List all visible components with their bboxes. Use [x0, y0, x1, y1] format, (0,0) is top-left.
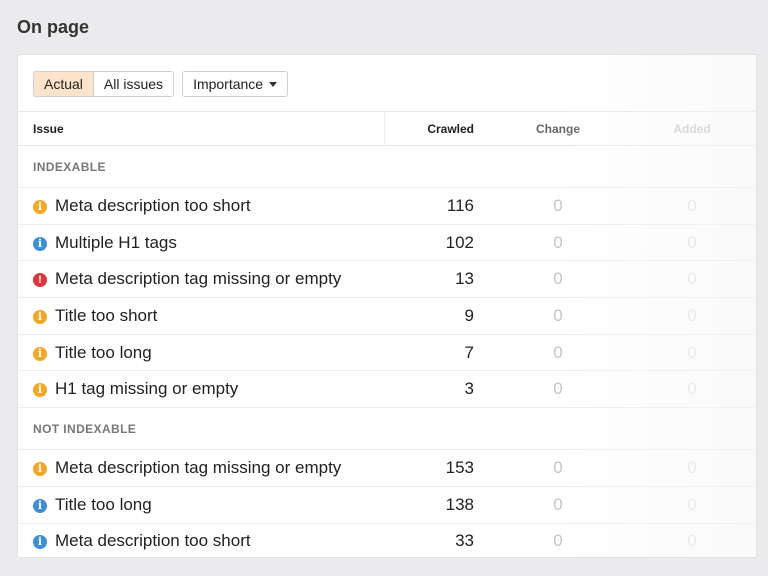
table-body: INDEXABLE i Meta description too short 116 0… — [18, 145, 756, 557]
warning-icon: i — [33, 461, 47, 476]
tab-all-issues[interactable]: All issues — [92, 72, 174, 96]
issue-label[interactable]: H1 tag missing or empty — [55, 379, 238, 398]
table-row[interactable]: i Title too long 138 0 0 — [18, 486, 756, 524]
issue-cell[interactable]: i Title too long — [18, 486, 384, 524]
change-count: 0 — [490, 260, 626, 299]
view-toggle: Actual All issues — [33, 71, 175, 97]
crawled-count[interactable]: 3 — [384, 370, 490, 409]
issue-cell[interactable]: i Meta description too short — [18, 187, 384, 225]
warning-icon: i — [33, 383, 47, 398]
warning-icon: i — [33, 346, 47, 361]
error-icon: ! — [33, 273, 47, 288]
importance-dropdown[interactable]: Importance — [182, 71, 289, 97]
table-row[interactable]: i Meta description too short 116 0 0 — [18, 187, 756, 225]
issue-cell[interactable]: i Title too short — [18, 297, 384, 335]
table-row[interactable]: ! Meta description tag missing or empty 13… — [18, 260, 756, 299]
issue-cell[interactable]: ! Meta description tag missing or empty — [18, 260, 384, 299]
group-label: INDEXABLE — [18, 145, 756, 188]
issue-label[interactable]: Meta description too short — [55, 196, 251, 215]
change-count: 0 — [490, 297, 626, 335]
issue-cell[interactable]: i Title too long — [18, 334, 384, 372]
notice-icon: i — [33, 535, 47, 550]
added-count: 0 — [626, 187, 756, 225]
caret-down-icon — [269, 81, 278, 87]
change-count: 0 — [490, 187, 626, 225]
notice-icon: i — [33, 236, 47, 251]
column-header-added[interactable]: Added — [626, 111, 756, 146]
issue-label[interactable]: Title too long — [55, 495, 152, 514]
issue-label[interactable]: Title too short — [55, 306, 157, 325]
notice-icon: i — [33, 498, 47, 513]
added-count: 0 — [626, 260, 756, 299]
crawled-count[interactable]: 138 — [384, 486, 490, 524]
table-row[interactable]: i Multiple H1 tags 102 0 0 — [18, 224, 756, 262]
crawled-count[interactable]: 7 — [384, 334, 490, 372]
change-count: 0 — [490, 334, 626, 372]
table-row[interactable]: i Title too short 9 0 0 — [18, 297, 756, 335]
issues-table: Issue Crawled Change Added INDEXABLE i Met… — [18, 111, 756, 557]
added-count: 0 — [626, 523, 756, 557]
change-count: 0 — [490, 224, 626, 262]
issue-label[interactable]: Multiple H1 tags — [55, 233, 177, 252]
table-row[interactable]: i Title too long 7 0 0 — [18, 334, 756, 372]
issue-cell[interactable]: i H1 tag missing or empty — [18, 370, 384, 409]
toolbar: Actual All issues Importance — [33, 71, 289, 97]
added-count: 0 — [626, 334, 756, 372]
crawled-count[interactable]: 33 — [384, 523, 490, 557]
crawled-count[interactable]: 13 — [384, 260, 490, 299]
warning-icon: i — [33, 309, 47, 324]
change-count: 0 — [490, 370, 626, 409]
group-label: NOT INDEXABLE — [18, 407, 756, 451]
table-header-row: Issue Crawled Change Added — [18, 111, 756, 146]
added-count: 0 — [626, 224, 756, 262]
issue-cell[interactable]: i Meta description too short — [18, 523, 384, 557]
page-title: On page — [17, 17, 90, 37]
change-count: 0 — [490, 449, 626, 487]
issues-card: Actual All issues Importance Issue Crawl… — [17, 54, 757, 558]
table-row[interactable]: i H1 tag missing or empty 3 0 0 — [18, 370, 756, 409]
change-count: 0 — [490, 523, 626, 557]
issue-label[interactable]: Meta description tag missing or empty — [55, 458, 341, 477]
issue-label[interactable]: Meta description tag missing or empty — [55, 269, 341, 288]
issue-label[interactable]: Meta description too short — [55, 531, 251, 550]
added-count: 0 — [626, 370, 756, 409]
added-count: 0 — [626, 486, 756, 524]
crawled-count[interactable]: 9 — [384, 297, 490, 335]
issue-cell[interactable]: i Meta description tag missing or empty — [18, 449, 384, 487]
crawled-count[interactable]: 116 — [384, 187, 490, 225]
column-header-crawled[interactable]: Crawled — [383, 111, 490, 146]
change-count: 0 — [490, 486, 626, 524]
table-row[interactable]: i Meta description too short 33 0 0 — [18, 523, 756, 557]
column-header-change[interactable]: Change — [490, 111, 626, 146]
added-count: 0 — [626, 449, 756, 487]
crawled-count[interactable]: 153 — [384, 449, 490, 487]
issue-label[interactable]: Title too long — [55, 343, 152, 362]
group-header: NOT INDEXABLE — [18, 407, 756, 451]
warning-icon: i — [33, 199, 47, 214]
added-count: 0 — [626, 297, 756, 335]
issue-cell[interactable]: i Multiple H1 tags — [18, 224, 384, 262]
tab-actual[interactable]: Actual — [34, 72, 93, 96]
importance-dropdown-label: Importance — [193, 76, 264, 92]
group-header: INDEXABLE — [18, 145, 756, 188]
crawled-count[interactable]: 102 — [384, 224, 490, 262]
column-header-issue[interactable]: Issue — [18, 111, 384, 146]
table-row[interactable]: i Meta description tag missing or empty 15… — [18, 449, 756, 487]
